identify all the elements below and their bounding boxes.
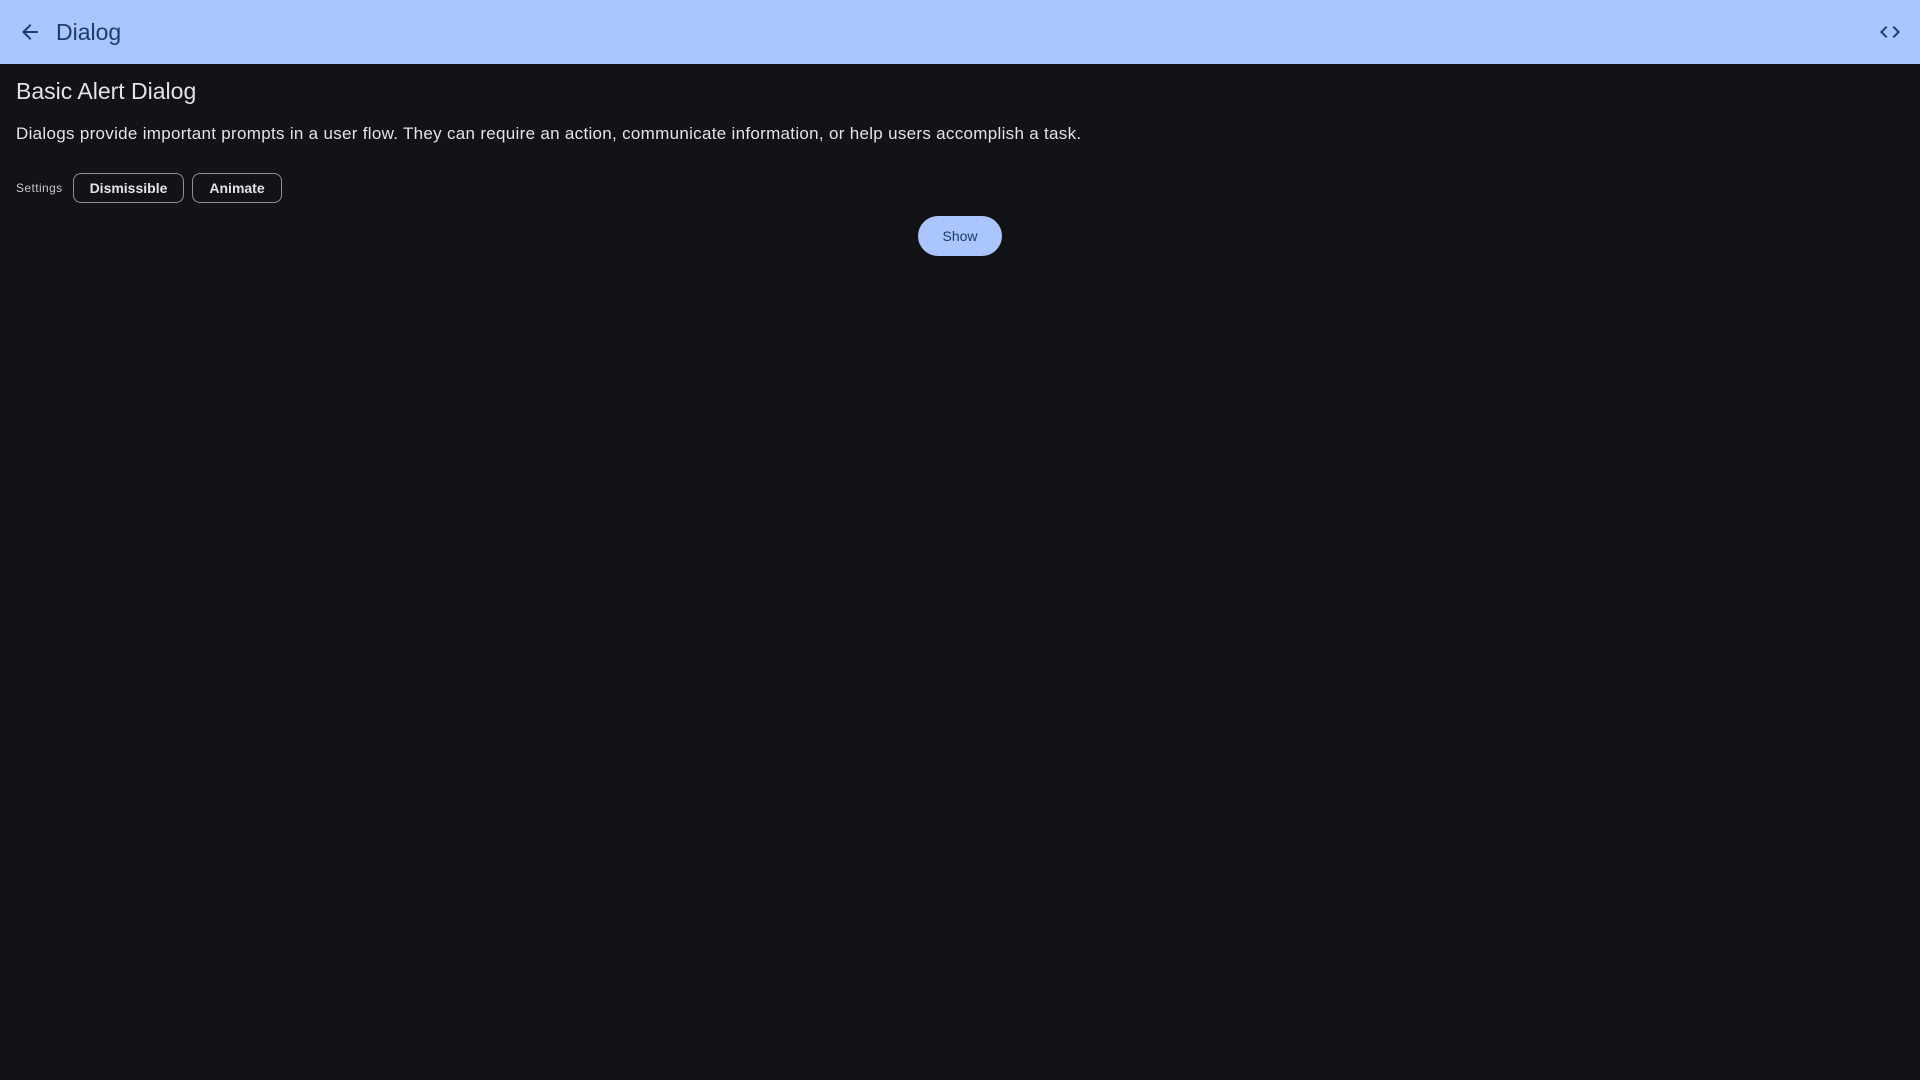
settings-row: Settings Dismissible Animate bbox=[16, 172, 290, 204]
view-code-button[interactable] bbox=[1872, 14, 1908, 50]
show-dialog-button[interactable]: Show bbox=[918, 216, 1002, 256]
code-icon bbox=[1880, 26, 1900, 38]
top-app-bar: Dialog bbox=[0, 0, 1920, 64]
dismissible-chip[interactable]: Dismissible bbox=[72, 173, 185, 203]
dismissible-chip-label: Dismissible bbox=[89, 180, 168, 196]
back-button[interactable] bbox=[12, 14, 48, 50]
section-title: Basic Alert Dialog bbox=[16, 78, 197, 104]
animate-chip[interactable]: Animate bbox=[192, 173, 282, 203]
arrow-left-icon bbox=[22, 24, 38, 40]
animate-chip-label: Animate bbox=[209, 180, 265, 196]
section-description: Dialogs provide important prompts in a u… bbox=[16, 124, 1082, 143]
settings-label: Settings bbox=[16, 181, 63, 195]
app-bar-title: Dialog bbox=[56, 19, 122, 45]
